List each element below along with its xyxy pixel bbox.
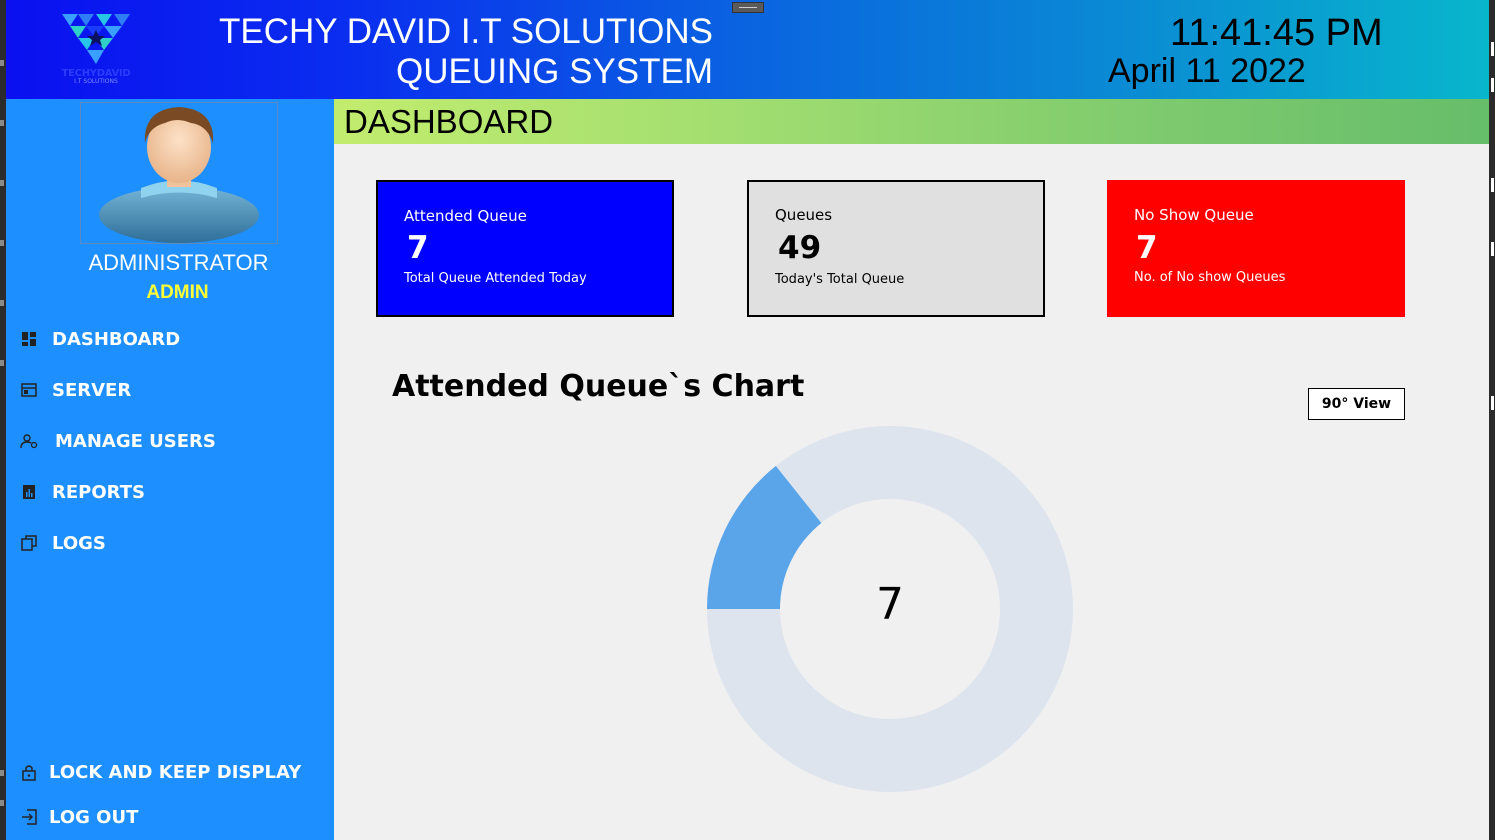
nav-reports-label: REPORTS — [52, 481, 145, 503]
nav-manage-users[interactable]: MANAGE USERS — [20, 426, 320, 456]
attended-queue-value: 7 — [407, 230, 429, 266]
sidebar: ADMINISTRATOR ADMIN DASHBOARD SERVER MAN… — [6, 99, 334, 840]
attended-queue-title: Attended Queue — [404, 207, 527, 225]
queuing-app-window: TECHYDAVID I.T SOLUTIONS TECHY DAVID I.T… — [6, 0, 1489, 840]
lock-display-label: LOCK AND KEEP DISPLAY — [49, 761, 302, 783]
user-avatar-icon — [99, 107, 259, 243]
no-show-queue-value: 7 — [1136, 230, 1158, 266]
no-show-queue-subtitle: No. of No show Queues — [1134, 270, 1286, 285]
logout-button[interactable]: LOG OUT — [20, 802, 320, 832]
nav-dashboard[interactable]: DASHBOARD — [20, 324, 320, 354]
logo-subtext: I.T SOLUTIONS — [74, 78, 118, 85]
logout-icon — [20, 808, 38, 826]
nav-logs[interactable]: LOGS — [20, 528, 320, 558]
page-title-bar: DASHBOARD — [334, 99, 1489, 144]
logo-mark-icon — [62, 14, 130, 64]
main-content: DASHBOARD Attended Queue 7 Total Queue A… — [334, 99, 1489, 840]
window-drag-handle[interactable] — [732, 2, 764, 13]
nav-dashboard-label: DASHBOARD — [52, 328, 181, 350]
user-name: ADMINISTRATOR — [88, 250, 269, 275]
page-title: DASHBOARD — [344, 103, 554, 140]
nav-server[interactable]: SERVER — [20, 375, 320, 405]
nav-manage-users-label: MANAGE USERS — [55, 430, 216, 452]
attended-queue-card: Attended Queue 7 Total Queue Attended To… — [376, 180, 674, 317]
nav-reports[interactable]: REPORTS — [20, 477, 320, 507]
company-logo: TECHYDAVID I.T SOLUTIONS — [44, 12, 148, 85]
no-show-queue-card: No Show Queue 7 No. of No show Queues — [1107, 180, 1405, 317]
lock-icon — [20, 763, 38, 781]
no-show-queue-title: No Show Queue — [1134, 206, 1254, 224]
dashboard-icon — [20, 330, 38, 348]
right-window-edge — [1489, 0, 1495, 840]
chart-title: Attended Queue`s Chart — [392, 369, 805, 404]
clock-time: 11:41:45 PM — [1170, 12, 1383, 54]
chart-center-value: 7 — [876, 579, 904, 630]
queues-card: Queues 49 Today's Total Queue — [747, 180, 1045, 317]
server-icon — [20, 381, 38, 399]
manage-users-icon — [20, 432, 38, 450]
queues-subtitle: Today's Total Queue — [775, 272, 905, 287]
clock-date: April 11 2022 — [1108, 52, 1306, 90]
app-header: TECHYDAVID I.T SOLUTIONS TECHY DAVID I.T… — [6, 0, 1489, 99]
company-title: TECHY DAVID I.T SOLUTIONS — [219, 12, 713, 51]
logout-label: LOG OUT — [49, 806, 139, 828]
reports-icon — [20, 483, 38, 501]
avatar — [80, 102, 278, 244]
system-title: QUEUING SYSTEM — [396, 52, 713, 91]
nav-logs-label: LOGS — [52, 532, 106, 554]
nav-server-label: SERVER — [52, 379, 132, 401]
attended-queue-subtitle: Total Queue Attended Today — [404, 271, 587, 286]
user-role: ADMIN — [146, 282, 209, 303]
lock-display-button[interactable]: LOCK AND KEEP DISPLAY — [20, 757, 320, 787]
queues-value: 49 — [778, 230, 822, 266]
logs-icon — [20, 534, 38, 552]
queues-title: Queues — [775, 206, 833, 224]
view-90-button[interactable]: 90° View — [1308, 388, 1405, 420]
